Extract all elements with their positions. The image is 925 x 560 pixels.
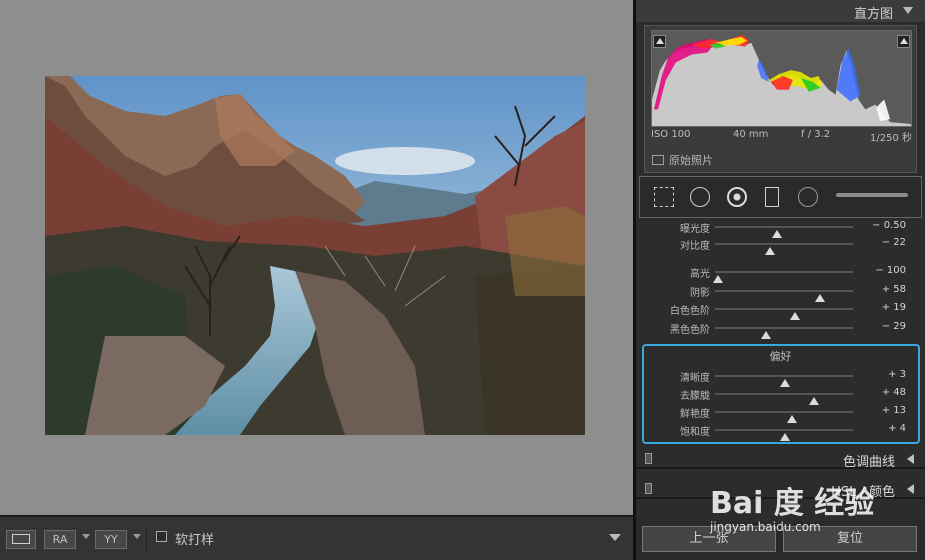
slider-label: 对比度 <box>680 241 710 252</box>
divider <box>146 529 147 551</box>
original-photo-label: 原始照片 <box>669 154 713 167</box>
slider-track[interactable] <box>715 308 853 320</box>
slider-row[interactable]: 曝光度 − 0.50 <box>636 218 925 238</box>
collapse-triangle-icon[interactable] <box>903 7 913 14</box>
panel-buttons: 上一张 复位 <box>636 522 925 560</box>
exif-info: ISO 100 40 mm f / 3.2 1/250 秒 <box>651 129 912 144</box>
slider-row[interactable]: 去朦胧 + 48 <box>636 385 925 405</box>
slider-track[interactable] <box>715 290 853 302</box>
before-after-lr-button[interactable]: RA <box>44 530 76 549</box>
image-view <box>0 0 633 515</box>
slider-label: 饱和度 <box>680 427 710 438</box>
exif-iso: ISO 100 <box>651 129 691 140</box>
slider-track[interactable] <box>715 375 853 387</box>
slider-thumb[interactable] <box>761 331 772 339</box>
slider-row[interactable]: 清晰度 + 3 <box>636 367 925 387</box>
slider-thumb[interactable] <box>780 433 791 441</box>
panel-toggle-icon[interactable] <box>645 453 652 464</box>
tool-strip <box>639 176 922 218</box>
toolbar-menu-icon[interactable] <box>609 534 621 541</box>
adjustment-brush-icon[interactable] <box>836 193 908 197</box>
slider-label: 高光 <box>690 269 710 280</box>
histogram-graph[interactable] <box>651 30 912 127</box>
slider-value[interactable]: − 0.50 <box>872 220 906 231</box>
slider-track[interactable] <box>715 243 853 255</box>
slider-value[interactable]: + 3 <box>888 369 906 380</box>
presence-title: 偏好 <box>769 350 792 363</box>
histogram-panel: ISO 100 40 mm f / 3.2 1/250 秒 原始照片 <box>644 25 917 173</box>
chevron-down-icon[interactable] <box>82 534 90 539</box>
slider-label: 白色色阶 <box>670 306 710 317</box>
slider-value[interactable]: + 58 <box>882 284 906 295</box>
slider-value[interactable]: + 4 <box>888 423 906 434</box>
slider-row[interactable]: 鲜艳度 + 13 <box>636 403 925 423</box>
slider-value[interactable]: + 13 <box>882 405 906 416</box>
exif-aperture: f / 3.2 <box>801 129 831 140</box>
slider-value[interactable]: + 19 <box>882 302 906 313</box>
slider-row[interactable]: 白色色阶 + 19 <box>636 300 925 320</box>
tone-curve-section[interactable]: 色调曲线 <box>636 449 925 470</box>
soft-proof-checkbox[interactable] <box>156 531 167 542</box>
slider-label: 黑色色阶 <box>670 325 710 336</box>
previous-button[interactable]: 上一张 <box>642 526 776 552</box>
shadow-clipping-indicator[interactable] <box>653 35 666 48</box>
slider-value[interactable]: − 100 <box>875 265 906 276</box>
slider-track[interactable] <box>715 429 853 441</box>
chevron-down-icon[interactable] <box>133 534 141 539</box>
slider-row[interactable]: 饱和度 + 4 <box>636 421 925 441</box>
original-photo-checkbox[interactable] <box>652 155 664 165</box>
single-view-icon <box>12 534 30 544</box>
slider-label: 清晰度 <box>680 373 710 384</box>
panel-toggle-icon[interactable] <box>645 483 652 494</box>
slider-value[interactable]: − 22 <box>882 237 906 248</box>
slider-label: 鲜艳度 <box>680 409 710 420</box>
slider-track[interactable] <box>715 226 853 238</box>
histogram-header[interactable]: 直方图 <box>636 0 925 22</box>
slider-row[interactable]: 对比度 − 22 <box>636 235 925 255</box>
slider-row[interactable]: 黑色色阶 − 29 <box>636 319 925 339</box>
highlight-clipping-indicator[interactable] <box>897 35 910 48</box>
before-after-tb-button[interactable]: YY <box>95 530 127 549</box>
hsl-section[interactable]: HSL / 颜色 <box>636 479 925 500</box>
slider-thumb[interactable] <box>765 247 776 255</box>
slider-track[interactable] <box>715 327 853 339</box>
loupe-view-button[interactable] <box>6 530 36 549</box>
histogram-title: 直方图 <box>853 7 893 22</box>
slider-track[interactable] <box>715 393 853 405</box>
slider-row[interactable]: 高光 − 100 <box>636 263 925 283</box>
slider-row[interactable]: 阴影 + 58 <box>636 282 925 302</box>
expand-arrow-icon[interactable] <box>907 484 914 494</box>
slider-label: 去朦胧 <box>680 391 710 402</box>
slider-track[interactable] <box>712 271 853 283</box>
hsl-title: HSL / 颜色 <box>831 485 895 500</box>
exif-shutter: 1/250 秒 <box>870 133 912 144</box>
bottom-toolbar: RA YY <box>0 515 633 560</box>
slider-value[interactable]: − 29 <box>882 321 906 332</box>
tone-curve-title: 色调曲线 <box>842 455 895 470</box>
red-eye-icon[interactable] <box>727 187 747 207</box>
slider-label: 阴影 <box>690 288 710 299</box>
soft-proof-label: 软打样 <box>175 533 215 548</box>
spot-removal-icon[interactable] <box>690 187 710 207</box>
slider-track[interactable] <box>715 411 853 423</box>
reset-button[interactable]: 复位 <box>783 526 917 552</box>
slider-label: 曝光度 <box>680 224 710 235</box>
landscape-photo <box>45 76 585 435</box>
radial-filter-icon[interactable] <box>798 187 818 207</box>
graduated-filter-icon[interactable] <box>765 187 779 207</box>
slider-value[interactable]: + 48 <box>882 387 906 398</box>
lightroom-develop-window: RA YY 软打样 直方图 ISO 100 40 mm f / 3.2 1/25… <box>0 0 925 560</box>
photo-canvas[interactable] <box>45 76 585 435</box>
right-panel: 直方图 ISO 100 40 mm f / 3.2 1/250 秒 原始照片 曝… <box>633 0 925 560</box>
exif-focal-length: 40 mm <box>733 129 769 140</box>
expand-arrow-icon[interactable] <box>907 454 914 464</box>
crop-icon[interactable] <box>654 187 674 207</box>
